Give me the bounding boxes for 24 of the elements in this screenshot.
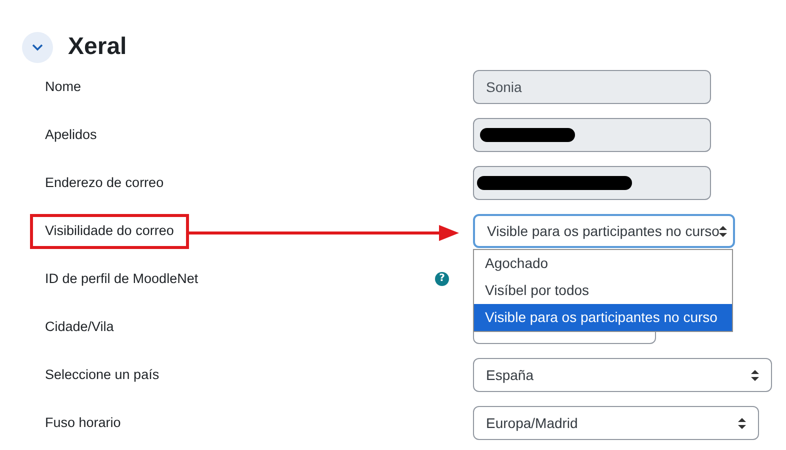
chevron-icon [32,44,43,50]
field-label: ID de perfil de MoodleNet [45,270,198,288]
help-icon[interactable]: ? [435,272,449,286]
sort-arrows-icon [719,226,728,236]
sort-arrows-icon [738,418,746,428]
dropdown-option[interactable]: Agochado [474,250,732,277]
dropdown-option[interactable]: Visible para os participantes no curso [474,304,732,331]
field-label: Visibilidade do correo [45,222,174,240]
input-field[interactable] [473,166,711,200]
dropdown-option[interactable]: Visíbel por todos [474,277,732,304]
select-field[interactable]: Visible para os participantes no curso [473,214,735,248]
collapse-button[interactable] [22,32,53,62]
section-title: Xeral [68,32,127,62]
field-label: Enderezo de correo [45,174,164,192]
sort-arrows-icon [751,370,759,380]
select-field[interactable]: Europa/Madrid [473,406,759,440]
field-label: Fuso horario [45,414,121,432]
field-label: Nome [45,78,82,96]
select-field[interactable]: España [473,358,772,392]
field-label: Cidade/Vila [45,318,114,336]
name-field[interactable]: Sonia [473,70,711,104]
field-label: Seleccione un país [45,366,160,384]
field-label: Apelidos [45,126,97,144]
input-field[interactable] [473,118,711,152]
